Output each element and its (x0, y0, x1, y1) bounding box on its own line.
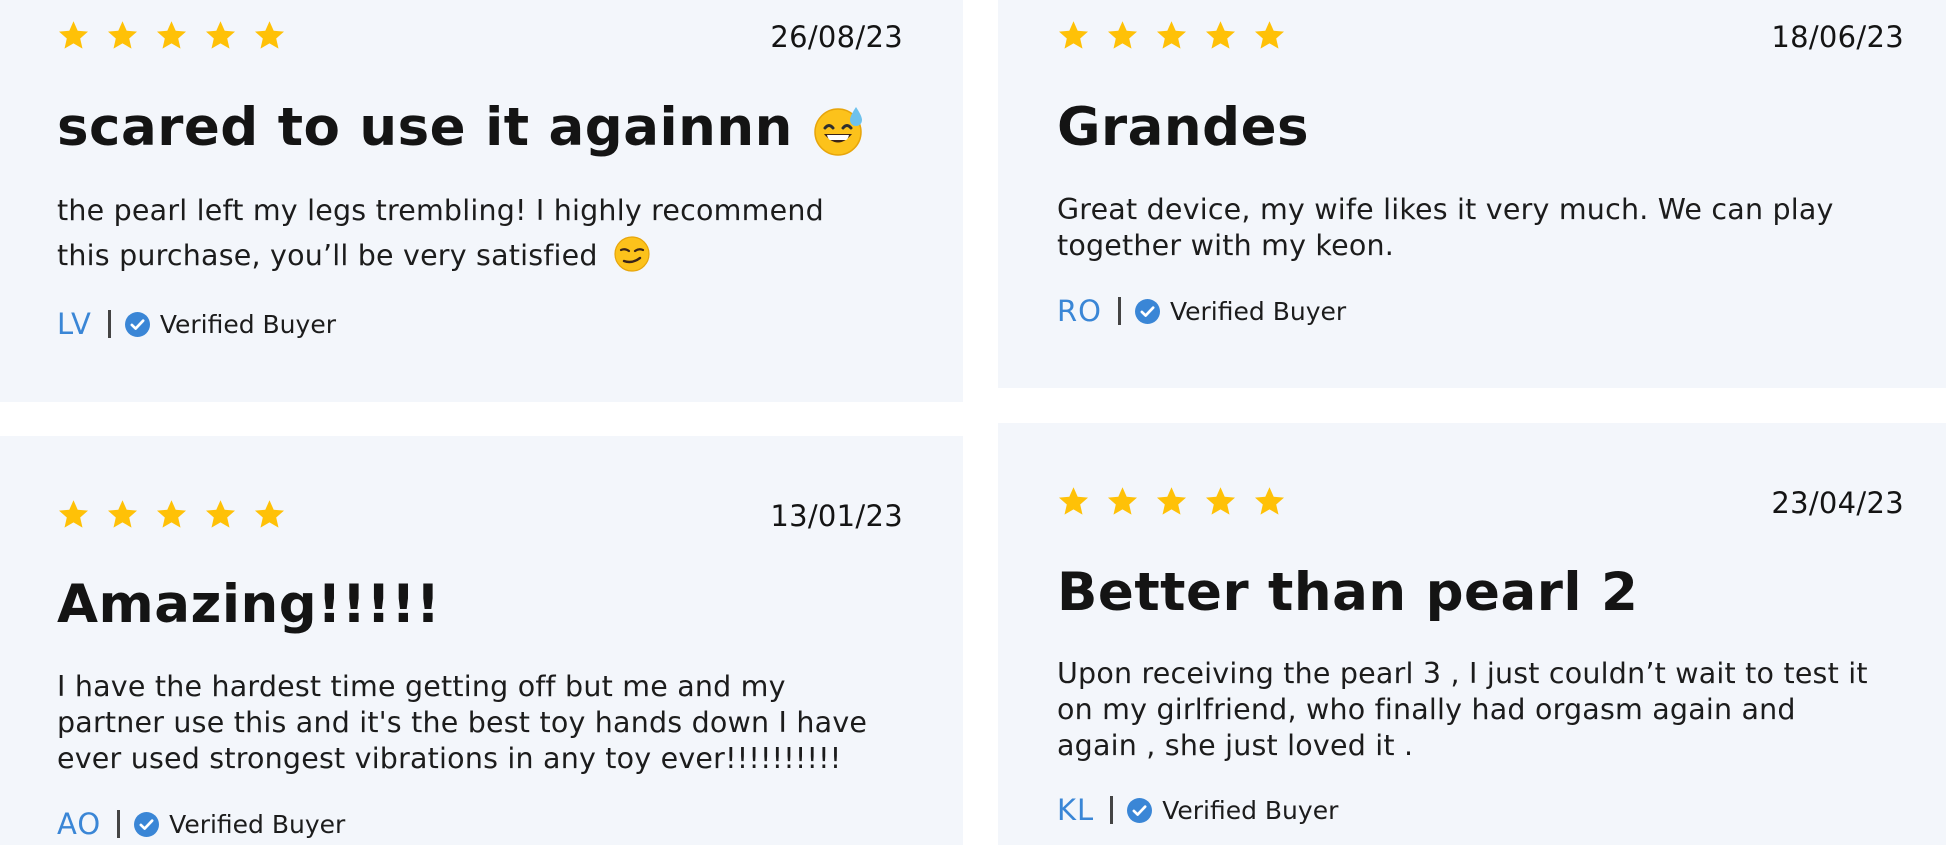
review-body: Great device, my wife likes it very much… (1057, 192, 1907, 264)
reviewer-initials: AO (57, 807, 102, 841)
reviewer-initials: LV (57, 307, 92, 341)
review-body-line: again , she just loved it . (1057, 729, 1414, 762)
review-card: 13/01/23 Amazing!!!!! I have the hardest… (0, 436, 963, 845)
separator (117, 810, 121, 838)
star-icon (1253, 19, 1286, 52)
star-icon (253, 19, 286, 52)
reviewer-info: LV Verified Buyer (57, 307, 336, 341)
review-card: 26/08/23 scared to use it againnn the pe… (0, 0, 963, 402)
review-body-line: together with my keon. (1057, 229, 1394, 262)
review-body: Upon receiving the pearl 3 , I just coul… (1057, 656, 1907, 764)
review-card: 23/04/23 Better than pearl 2 Upon receiv… (998, 423, 1946, 845)
verified-buyer-label: Verified Buyer (1169, 296, 1347, 326)
smirk-emoji-icon (614, 236, 650, 272)
review-title: scared to use it againnn (57, 101, 866, 157)
review-body-line-text: this purchase, you’ll be very satisfied (57, 239, 598, 272)
review-date: 13/01/23 (770, 499, 903, 533)
star-icon (57, 19, 90, 52)
star-icon (204, 498, 237, 531)
review-title: Grandes (1057, 97, 1310, 158)
star-icon (1106, 19, 1139, 52)
review-date: 26/08/23 (770, 20, 903, 54)
star-icon (253, 498, 286, 531)
review-card: 18/06/23 Grandes Great device, my wife l… (998, 0, 1946, 388)
star-icon (106, 19, 139, 52)
star-rating (57, 19, 286, 52)
star-icon (1253, 485, 1286, 518)
review-body-line: Great device, my wife likes it very much… (1057, 193, 1834, 226)
star-icon (1106, 485, 1139, 518)
review-body-line: the pearl left my legs trembling! I high… (57, 194, 824, 227)
verified-check-icon (125, 312, 150, 337)
star-icon (1155, 19, 1188, 52)
star-icon (1057, 19, 1090, 52)
review-body-line: Upon receiving the pearl 3 , I just coul… (1057, 657, 1868, 690)
star-icon (155, 498, 188, 531)
review-date: 18/06/23 (1771, 20, 1904, 54)
review-body-line: on my girlfriend, who finally had orgasm… (1057, 693, 1796, 726)
star-icon (106, 498, 139, 531)
verified-check-icon (1135, 299, 1160, 324)
star-icon (155, 19, 188, 52)
reviewer-info: RO Verified Buyer (1057, 294, 1346, 328)
verified-check-icon (1127, 798, 1152, 823)
star-icon (1204, 19, 1237, 52)
star-icon (1057, 485, 1090, 518)
verified-buyer-label: Verified Buyer (1162, 795, 1339, 825)
review-date: 23/04/23 (1771, 486, 1904, 520)
separator (1117, 297, 1121, 325)
star-icon (1155, 485, 1188, 518)
star-icon (204, 19, 237, 52)
review-body-line: I have the hardest time getting off but … (57, 670, 786, 703)
review-body-line: ever used strongest vibrations in any to… (57, 742, 842, 775)
star-icon (57, 498, 90, 531)
verified-check-icon (134, 812, 159, 837)
star-rating (57, 498, 286, 531)
reviewer-initials: RO (1057, 294, 1102, 328)
review-title: Better than pearl 2 (1057, 562, 1639, 623)
review-title: Amazing!!!!! (57, 574, 441, 635)
review-body-line: partner use this and it's the best toy h… (57, 706, 868, 739)
verified-buyer-label: Verified Buyer (169, 809, 346, 839)
review-body: I have the hardest time getting off but … (57, 669, 907, 777)
review-body: the pearl left my legs trembling! I high… (57, 188, 907, 278)
star-rating (1057, 485, 1286, 518)
star-icon (1204, 485, 1237, 518)
review-title-text: scared to use it againnn (57, 97, 793, 158)
verified-buyer-label: Verified Buyer (159, 309, 336, 339)
separator (1110, 796, 1114, 824)
star-rating (1057, 19, 1286, 52)
reviewer-info: KL Verified Buyer (1057, 793, 1338, 827)
review-body-line: this purchase, you’ll be very satisfied (57, 233, 907, 278)
separator (107, 310, 111, 338)
reviewer-initials: KL (1057, 793, 1095, 827)
sweat-smile-emoji-icon (814, 107, 862, 157)
reviewer-info: AO Verified Buyer (57, 807, 345, 841)
